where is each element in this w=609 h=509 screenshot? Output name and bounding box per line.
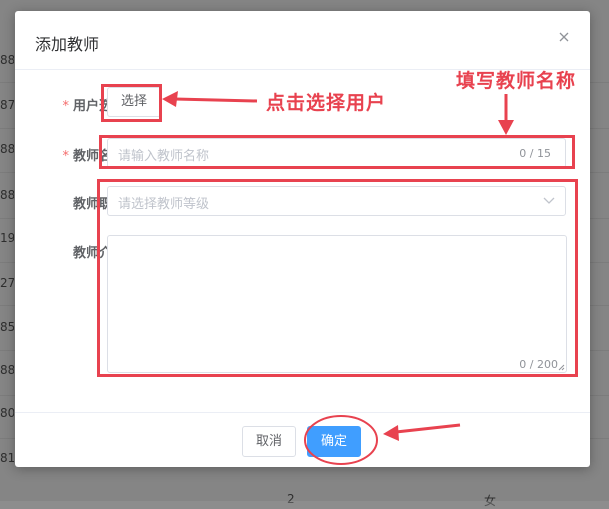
annotation-box-select (101, 84, 162, 122)
annotation-box-rank-intro (97, 179, 578, 377)
annotation-fill-name-note: 填写教师名称 (456, 70, 577, 92)
required-asterisk: * (62, 149, 69, 164)
cancel-button[interactable]: 取消 (242, 426, 296, 457)
close-icon[interactable] (556, 29, 572, 45)
required-asterisk: * (62, 99, 69, 114)
dialog-title: 添加教师 (35, 35, 100, 54)
confirm-button[interactable]: 确定 (307, 426, 361, 457)
annotation-box-name (99, 135, 575, 169)
annotation-select-user-note: 点击选择用户 (266, 92, 387, 114)
footer-divider (15, 412, 590, 413)
